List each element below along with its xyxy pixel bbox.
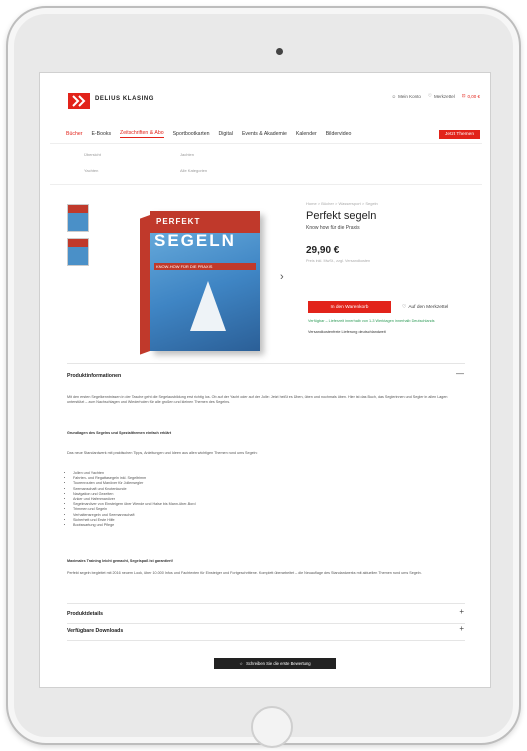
web-page: DELIUS KLASING ☺ Mein Konto ♡ Merkzettel ⊡… — [39, 72, 491, 688]
logo-icon[interactable] — [68, 93, 90, 109]
wishlist-label: Merkzettel — [433, 93, 455, 99]
book-cover-subtitle: KNOW-HOW FÜR DIE PRAXIS — [154, 263, 256, 270]
brand-name[interactable]: DELIUS KLASING — [95, 96, 154, 102]
main-nav: Bücher E-Books Zeitschriften & Abo Sport… — [40, 127, 490, 141]
header-links: ☺ Mein Konto ♡ Merkzettel ⊡ 0,00 € — [392, 93, 480, 99]
cart-icon: ⊡ — [461, 93, 466, 98]
camera — [276, 48, 283, 55]
availability-note: Verfügbar – Lieferzeit innerhalb von 1-3… — [308, 319, 435, 323]
nav-item-zeitschriften[interactable]: Zeitschriften & Abo — [120, 130, 164, 138]
breadcrumb[interactable]: Home > Bücher > Wassersport > Segeln — [306, 201, 484, 206]
section-title-details[interactable]: Produktdetails — [67, 611, 103, 617]
heart-icon: ♡ — [427, 93, 432, 98]
home-button[interactable] — [251, 706, 293, 748]
add-to-wishlist-button[interactable]: ♡ Auf den Merkzettel — [402, 301, 478, 313]
nav-item-bildervideo[interactable]: Bildervideo — [326, 131, 352, 137]
add-to-cart-button[interactable]: In den Warenkorb — [308, 301, 391, 313]
nav-item-sportbootkarten[interactable]: Sportbootkarten — [173, 131, 210, 137]
product-price: 29,90 € — [306, 245, 340, 256]
divider — [67, 640, 465, 641]
user-icon: ☺ — [391, 93, 397, 99]
mega-menu: Übersicht Yachten Jachten Alle Kategorie… — [50, 143, 482, 185]
chevron-right-icon[interactable]: › — [280, 271, 284, 283]
star-icon: ☆ — [239, 661, 244, 666]
site-header: DELIUS KLASING ☺ Mein Konto ♡ Merkzettel ⊡… — [40, 73, 490, 119]
plus-icon[interactable]: + — [459, 607, 464, 616]
info-intro: Mit den ersten Segelkenntnissen in der T… — [67, 395, 448, 405]
mega-link[interactable]: Übersicht — [84, 152, 101, 157]
thumbnail-list — [67, 204, 89, 272]
collapse-icon[interactable]: — — [456, 369, 464, 378]
divider — [67, 623, 465, 624]
product-subtitle: Know how für die Praxis — [306, 225, 360, 231]
divider — [67, 363, 465, 364]
closing-text: Perfekt segeln begleitet mit 2016 neuem … — [67, 571, 422, 575]
shipping-note: Versandkostenfreie Lieferung deutschland… — [308, 330, 386, 334]
section-title-info[interactable]: Produktinformationen — [67, 373, 121, 379]
section-title-downloads[interactable]: Verfügbare Downloads — [67, 628, 123, 634]
wishlist-button-label: Auf den Merkzettel — [408, 304, 449, 310]
closing-subhead: Maximales Training leicht gemacht, Segel… — [67, 559, 173, 563]
cart-link[interactable]: ⊡ 0,00 € — [462, 93, 480, 99]
write-review-button[interactable]: ☆ Schreiben Sie die erste Bewertung — [214, 658, 336, 669]
divider — [67, 603, 465, 604]
feature-list: Jollen und Yachten Fahrten- und Regattas… — [67, 471, 196, 528]
info-subhead: Grundlagen des Segelns und Spezialthemen… — [67, 431, 172, 435]
mega-link[interactable]: Jachten — [180, 152, 194, 157]
nav-item-events[interactable]: Events & Akademie — [242, 131, 287, 137]
book-cover-top-text: PERFEKT — [156, 217, 201, 226]
heart-icon: ♡ — [402, 304, 407, 310]
mega-link[interactable]: Alle Kategorien — [180, 168, 207, 173]
sail-graphic — [190, 281, 226, 331]
nav-item-ebooks[interactable]: E-Books — [91, 131, 111, 137]
product-title: Perfekt segeln — [306, 210, 377, 222]
book-spine — [140, 215, 150, 355]
account-label: Mein Konto — [398, 93, 421, 99]
review-button-label: Schreiben Sie die erste Bewertung — [246, 661, 311, 666]
book-cover-title: SEGELN — [154, 231, 236, 250]
thumbnail[interactable] — [67, 204, 89, 232]
nav-cta-button[interactable]: Jetzt Themen — [439, 129, 480, 139]
book-cover: PERFEKT SEGELN KNOW-HOW FÜR DIE PRAXIS — [140, 211, 260, 355]
list-item: Bootswartung und Pflege — [73, 523, 196, 528]
wishlist-link[interactable]: ♡ Merkzettel — [428, 93, 455, 99]
nav-item-buecher[interactable]: Bücher — [66, 131, 82, 137]
thumbnail[interactable] — [67, 238, 89, 266]
tax-note: Preis inkl. MwSt., zzgl. Versandkosten — [306, 259, 371, 263]
info-text2: Das neue Standardwerk mit praktischen Ti… — [67, 451, 258, 455]
mega-link[interactable]: Yachten — [84, 168, 98, 173]
account-link[interactable]: ☺ Mein Konto — [392, 93, 421, 99]
plus-icon[interactable]: + — [459, 624, 464, 633]
nav-item-kalender[interactable]: Kalender — [296, 131, 317, 137]
cart-total: 0,00 € — [467, 93, 480, 99]
nav-item-digital[interactable]: Digital — [219, 131, 233, 137]
product-info: Home > Bücher > Wassersport > Segeln Per… — [306, 201, 484, 334]
